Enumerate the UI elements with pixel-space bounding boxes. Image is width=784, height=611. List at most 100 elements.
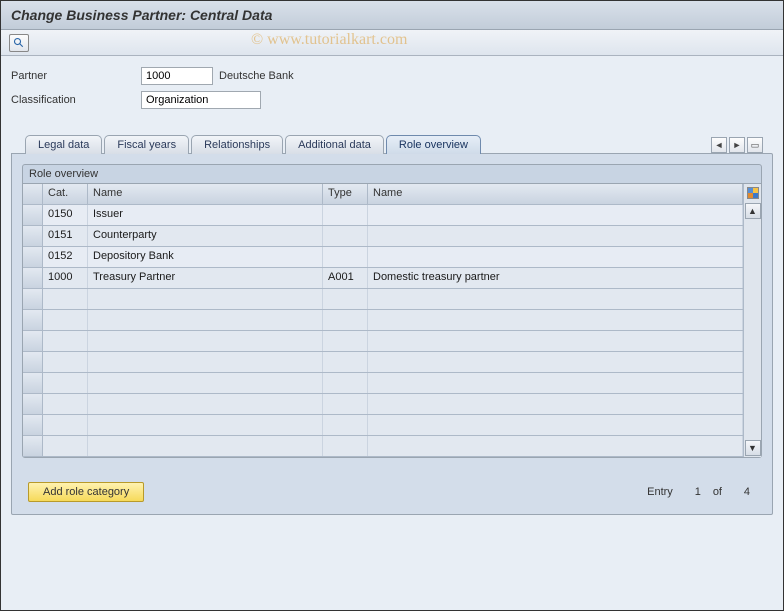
cell-name1[interactable] — [88, 289, 323, 309]
table-row[interactable] — [23, 352, 743, 373]
cell-name2[interactable] — [368, 226, 743, 246]
cell-name1[interactable] — [88, 310, 323, 330]
cell-name1[interactable] — [88, 394, 323, 414]
scroll-up-icon[interactable]: ▲ — [745, 203, 761, 219]
cell-name2[interactable]: Domestic treasury partner — [368, 268, 743, 288]
cell-type[interactable] — [323, 373, 368, 393]
cell-type[interactable] — [323, 205, 368, 225]
cell-name1[interactable]: Treasury Partner — [88, 268, 323, 288]
row-selector[interactable] — [23, 436, 43, 456]
cell-name1[interactable] — [88, 436, 323, 456]
cell-cat[interactable]: 0150 — [43, 205, 88, 225]
row-selector[interactable] — [23, 394, 43, 414]
cell-name2[interactable] — [368, 352, 743, 372]
form-area: Partner 1000 Deutsche Bank Classificatio… — [1, 56, 783, 120]
cell-name1[interactable]: Depository Bank — [88, 247, 323, 267]
col-name2[interactable]: Name — [368, 184, 743, 204]
row-selector[interactable] — [23, 352, 43, 372]
cell-name2[interactable] — [368, 436, 743, 456]
cell-type[interactable] — [323, 247, 368, 267]
cell-name2[interactable] — [368, 394, 743, 414]
cell-cat[interactable]: 1000 — [43, 268, 88, 288]
row-selector[interactable] — [23, 226, 43, 246]
row-selector[interactable] — [23, 331, 43, 351]
table-row[interactable] — [23, 436, 743, 457]
cell-type[interactable]: A001 — [323, 268, 368, 288]
entry-total: 4 — [728, 485, 756, 499]
tab-scroll-right-icon[interactable]: ► — [729, 137, 745, 153]
cell-name1[interactable] — [88, 352, 323, 372]
cell-cat[interactable]: 0151 — [43, 226, 88, 246]
entry-of: of — [713, 486, 722, 498]
row-selector[interactable] — [23, 205, 43, 225]
cell-type[interactable] — [323, 436, 368, 456]
row-selector[interactable] — [23, 268, 43, 288]
vertical-scrollbar[interactable]: ▲ ▼ — [743, 184, 761, 457]
classification-field[interactable]: Organization — [141, 91, 261, 109]
cell-cat[interactable] — [43, 373, 88, 393]
tab-role-overview[interactable]: Role overview — [386, 135, 481, 154]
cell-name2[interactable] — [368, 310, 743, 330]
cell-name2[interactable] — [368, 205, 743, 225]
cell-name1[interactable] — [88, 373, 323, 393]
table-row[interactable] — [23, 289, 743, 310]
cell-cat[interactable] — [43, 331, 88, 351]
col-cat[interactable]: Cat. — [43, 184, 88, 204]
cell-name1[interactable] — [88, 331, 323, 351]
partner-id-field[interactable]: 1000 — [141, 67, 213, 85]
cell-type[interactable] — [323, 310, 368, 330]
tab-additional-data[interactable]: Additional data — [285, 135, 384, 154]
cell-name2[interactable] — [368, 289, 743, 309]
cell-cat[interactable] — [43, 310, 88, 330]
cell-name2[interactable] — [368, 373, 743, 393]
row-selector[interactable] — [23, 373, 43, 393]
tab-relationships[interactable]: Relationships — [191, 135, 283, 154]
row-selector[interactable] — [23, 415, 43, 435]
row-selector[interactable] — [23, 247, 43, 267]
cell-cat[interactable]: 0152 — [43, 247, 88, 267]
toolbar — [1, 30, 783, 56]
table-settings-icon[interactable] — [744, 184, 762, 202]
cell-type[interactable] — [323, 394, 368, 414]
col-name1[interactable]: Name — [88, 184, 323, 204]
table-row[interactable]: 1000Treasury PartnerA001Domestic treasur… — [23, 268, 743, 289]
table-row[interactable]: 0151Counterparty — [23, 226, 743, 247]
cell-name1[interactable]: Issuer — [88, 205, 323, 225]
cell-name2[interactable] — [368, 331, 743, 351]
cell-cat[interactable] — [43, 436, 88, 456]
tab-scroll-left-icon[interactable]: ◄ — [711, 137, 727, 153]
tab-legal-data[interactable]: Legal data — [25, 135, 102, 154]
table-row[interactable] — [23, 310, 743, 331]
row-selector[interactable] — [23, 310, 43, 330]
cell-type[interactable] — [323, 415, 368, 435]
table-row[interactable] — [23, 331, 743, 352]
search-help-icon[interactable] — [9, 34, 29, 52]
cell-cat[interactable] — [43, 289, 88, 309]
cell-cat[interactable] — [43, 352, 88, 372]
cell-type[interactable] — [323, 289, 368, 309]
tab-list-icon[interactable]: ▭ — [747, 137, 763, 153]
footer-row: Add role category Entry 1 of 4 — [22, 482, 762, 502]
table-row[interactable]: 0150Issuer — [23, 205, 743, 226]
row-selector[interactable] — [23, 289, 43, 309]
table-row[interactable] — [23, 373, 743, 394]
add-role-category-button[interactable]: Add role category — [28, 482, 144, 502]
table-row[interactable] — [23, 415, 743, 436]
cell-type[interactable] — [323, 331, 368, 351]
cell-cat[interactable] — [43, 415, 88, 435]
cell-name1[interactable] — [88, 415, 323, 435]
scroll-down-icon[interactable]: ▼ — [745, 440, 761, 456]
cell-name2[interactable] — [368, 415, 743, 435]
table-row[interactable] — [23, 394, 743, 415]
table-row[interactable]: 0152Depository Bank — [23, 247, 743, 268]
cell-type[interactable] — [323, 226, 368, 246]
table-group: Role overview Cat. Name Type Name 0150Is… — [22, 164, 762, 458]
page-title: Change Business Partner: Central Data — [11, 7, 272, 23]
cell-name1[interactable]: Counterparty — [88, 226, 323, 246]
cell-cat[interactable] — [43, 394, 88, 414]
cell-name2[interactable] — [368, 247, 743, 267]
col-type[interactable]: Type — [323, 184, 368, 204]
cell-type[interactable] — [323, 352, 368, 372]
tab-fiscal-years[interactable]: Fiscal years — [104, 135, 189, 154]
col-selector[interactable] — [23, 184, 43, 204]
